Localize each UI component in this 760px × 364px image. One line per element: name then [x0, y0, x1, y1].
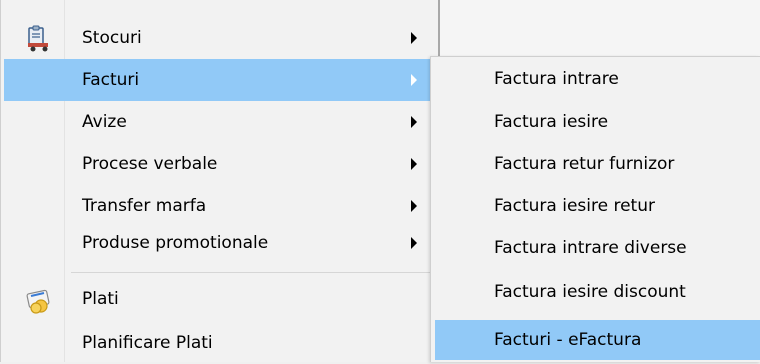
menu-item-stocuri[interactable]: Stocuri: [4, 17, 437, 59]
menu-item-label: Stocuri: [82, 28, 142, 48]
submenu-item-label: Factura retur furnizor: [494, 154, 675, 174]
menu-item-transfer-marfa[interactable]: Transfer marfa: [4, 185, 437, 227]
submenu-arrow-icon: [411, 74, 417, 86]
menu-item-avize[interactable]: Avize: [4, 101, 437, 143]
submenu-arrow-icon: [411, 32, 417, 44]
submenu-item-label: Factura iesire discount: [494, 282, 686, 302]
menu-item-procese-verbale[interactable]: Procese verbale: [4, 143, 437, 185]
menu-item-label: Planificare Plati: [82, 333, 213, 353]
submenu-arrow-icon: [411, 158, 417, 170]
submenu-item-label: Factura iesire retur: [494, 196, 655, 216]
submenu-item-label: Factura intrare: [494, 69, 619, 89]
submenu-item-facturi-efactura[interactable]: Facturi - eFactura: [435, 320, 760, 360]
submenu-item-label: Factura iesire: [494, 112, 609, 132]
submenu-item-factura-iesire-retur[interactable]: Factura iesire retur: [435, 186, 760, 226]
background-window-area: [438, 0, 760, 58]
menu-item-plati[interactable]: Plati: [4, 278, 437, 320]
submenu-item-label: Factura intrare diverse: [494, 238, 687, 258]
menu-item-produse-promotionale[interactable]: Produse promotionale: [4, 222, 437, 264]
submenu-item-factura-iesire[interactable]: Factura iesire: [435, 102, 760, 142]
facturi-submenu: Factura intrare Factura iesire Factura r…: [430, 56, 760, 362]
submenu-item-label: Facturi - eFactura: [494, 330, 642, 350]
stock-icon: [24, 23, 54, 53]
menu-item-label: Transfer marfa: [82, 196, 207, 216]
menu-item-label: Facturi: [82, 70, 140, 90]
menu-separator: [71, 272, 435, 273]
submenu-item-factura-intrare[interactable]: Factura intrare: [435, 59, 760, 99]
submenu-item-factura-retur-furnizor[interactable]: Factura retur furnizor: [435, 144, 760, 184]
submenu-item-factura-intrare-diverse[interactable]: Factura intrare diverse: [435, 228, 760, 268]
main-context-menu: Stocuri Facturi Avize Procese verbale Tr…: [0, 0, 438, 362]
menu-item-label: Produse promotionale: [82, 233, 269, 253]
menu-item-label: Avize: [82, 112, 127, 132]
payment-icon: [24, 284, 54, 314]
submenu-arrow-icon: [411, 200, 417, 212]
menu-item-planificare-plati[interactable]: Planificare Plati: [4, 322, 437, 364]
submenu-arrow-icon: [411, 237, 417, 249]
submenu-arrow-icon: [411, 116, 417, 128]
menu-item-label: Procese verbale: [82, 154, 218, 174]
menu-item-label: Plati: [82, 289, 119, 309]
submenu-item-factura-iesire-discount[interactable]: Factura iesire discount: [435, 272, 760, 312]
menu-item-facturi[interactable]: Facturi: [4, 59, 437, 101]
